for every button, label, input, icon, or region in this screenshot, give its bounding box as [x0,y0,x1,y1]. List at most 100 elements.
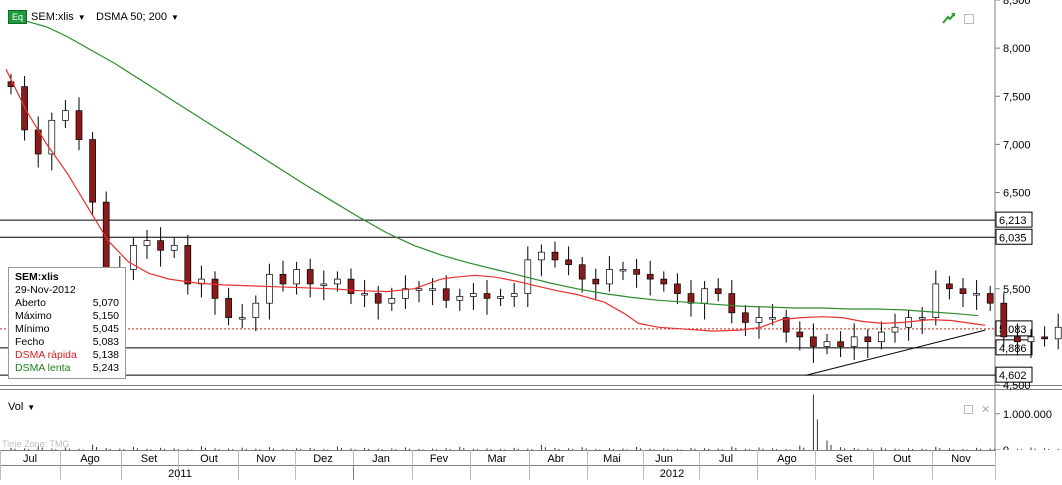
month-label: Fev [430,453,449,465]
symbol-selector[interactable]: Eq SEM:xlis ▼ [8,8,86,26]
month-label: Jul [23,453,37,465]
month-label: Nov [951,453,971,465]
candle-body [646,273,654,280]
candle-body [347,278,355,294]
legend-row-label: DSMA rápida [15,349,77,361]
candle-body [986,293,994,304]
candle-body [225,298,232,318]
candle-body [837,341,844,347]
symbol-label: SEM:xlis [31,11,74,23]
candle-body [592,278,600,285]
legend-row-label: Fecho [15,336,45,348]
legend-row-label: DSMA lenta [15,362,71,374]
candle-body [211,278,219,299]
candle-body [728,293,736,314]
candle-body [619,269,627,272]
month-label: Ago [777,453,797,465]
candle-body [320,283,328,286]
candle-body [334,278,341,285]
candle-body [374,293,382,304]
candle-body [810,336,817,347]
candle-body [429,288,436,291]
candle-body [606,269,613,285]
candle-body [850,336,858,347]
candle-body [470,293,477,297]
maximize-icon [964,14,974,24]
volume-close-icon[interactable]: ✕ [981,403,990,416]
trend-tool-button[interactable] [942,9,956,27]
candle-body [878,331,885,343]
candle-body [714,288,722,294]
candle-body [633,269,640,275]
month-label: Jan [372,453,390,465]
legend-date: 29-Nov-2012 [15,284,76,296]
y-tick-label: 6,500 [1003,188,1031,200]
level-tag-label: 6,213 [999,215,1027,227]
candle-body [823,341,831,347]
candle-body [674,283,681,294]
candle-body [565,259,572,266]
price-panel-maximize-button[interactable] [964,10,974,28]
level-tag-label: 6,035 [999,232,1027,244]
candle-body [388,298,396,304]
volume-maximize-icon[interactable] [964,404,973,414]
month-label: Abr [547,453,564,465]
legend-row-label: Aberto [15,297,46,309]
month-label: Dez [313,453,333,465]
candle-body [891,326,899,333]
month-label: Out [893,453,911,465]
legend-row: Máximo 5,150 [15,310,125,323]
candle-body [578,264,586,280]
legend-row-label: Máximo [15,310,52,322]
candle-body [238,317,246,320]
y-tick-label: 5,500 [1003,284,1031,296]
candle-body [89,139,96,203]
indicator-label: DSMA 50; 200 [96,11,167,23]
price-panel-bg [0,0,995,385]
candle-body [102,201,110,270]
month-label: Mar [488,453,507,465]
candle-body [266,273,273,304]
candle-body [742,312,749,323]
candle-body [918,317,926,320]
month-label: Ago [80,453,100,465]
candle-body [510,293,518,297]
indicator-dropdown-icon: ▼ [170,12,179,22]
year-label: 2011 [168,468,192,480]
volume-label: Vol [8,401,24,413]
legend-row-value: 5,045 [92,323,119,335]
candle-body [1000,302,1008,338]
volume-dropdown-icon: ▼ [27,402,36,412]
candle-body [1054,326,1062,340]
indicator-selector[interactable]: DSMA 50; 200 ▼ [96,8,179,26]
candle-body [538,251,545,261]
candle-body [442,288,450,301]
candle-body [497,296,504,299]
candle-body [959,288,967,294]
candle-body [456,296,464,301]
month-label: Jul [719,453,733,465]
candle-body [184,245,192,285]
volume-tick-label: 1.000.000 [1003,409,1052,421]
level-tag-label: 4,886 [999,343,1027,355]
chart-window: 8,500 8,000 7,500 7,000 6,500 5,500 4,500 6,213… [0,0,1062,480]
candle-body [157,240,164,251]
legend-row-label: Mínimo [15,323,50,335]
legend-row-value: 5,150 [92,310,119,322]
candle-body [687,293,695,304]
candle-body [483,293,491,299]
level-tag-label: 4,602 [999,370,1027,382]
legend-row: Mínimo 5,045 [15,323,125,336]
candle-body [415,288,423,291]
volume-selector[interactable]: Vol ▼ [8,398,35,416]
candle-body [1014,336,1021,343]
candle-body [660,278,668,285]
candle-body [701,288,708,304]
y-tick-label: 8,500 [1003,0,1031,7]
y-tick-label: 8,000 [1003,43,1031,55]
price-chart[interactable]: 8,5008,0007,5007,0006,5005,5004,5006,213… [0,0,1062,480]
candle-body [279,273,287,285]
legend-symbol: SEM:xlis [15,271,59,283]
eq-badge: Eq [8,10,28,24]
candle-body [75,110,83,140]
